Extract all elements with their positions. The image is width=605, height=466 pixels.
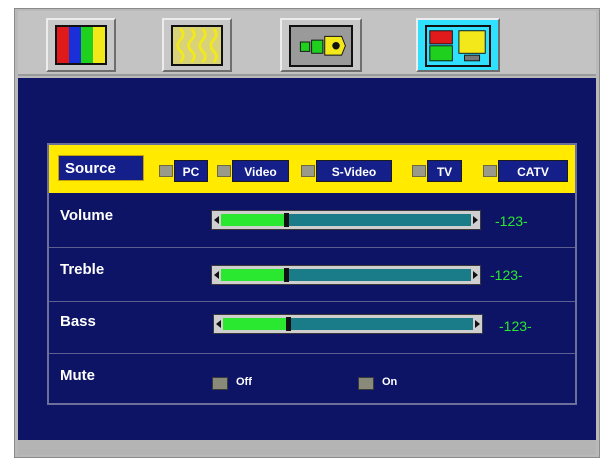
treble-label: Treble — [60, 261, 105, 278]
volume-row: Volume -123- — [49, 195, 575, 248]
arrow-left-icon[interactable] — [216, 320, 221, 328]
mute-radio[interactable] — [212, 377, 228, 390]
source-radio[interactable] — [159, 165, 173, 177]
volume-slider[interactable] — [211, 210, 481, 230]
arrow-right-icon[interactable] — [473, 271, 478, 279]
slider-thumb[interactable] — [284, 213, 289, 227]
mute-radio[interactable] — [358, 377, 374, 390]
treble-value: -123- — [490, 267, 523, 283]
slider-fill — [221, 214, 284, 226]
tab-display[interactable] — [162, 18, 232, 72]
volume-label: Volume — [60, 207, 114, 224]
source-row: Source PC Video S-Video TV CATV — [49, 145, 575, 193]
mute-label: Mute — [60, 367, 95, 384]
slider-thumb[interactable] — [284, 268, 289, 282]
source-option-label: Video — [232, 160, 289, 182]
slider-fill — [221, 269, 284, 281]
source-option-label: S-Video — [316, 160, 392, 182]
arrow-right-icon[interactable] — [473, 216, 478, 224]
bass-slider[interactable] — [213, 314, 483, 334]
source-radio[interactable] — [483, 165, 497, 177]
mute-option-label: On — [382, 376, 398, 388]
source-radio[interactable] — [412, 165, 426, 177]
tab-source[interactable] — [416, 18, 500, 72]
bass-label: Bass — [60, 313, 96, 330]
color-bars-icon — [55, 25, 107, 65]
source-option-label: TV — [427, 160, 462, 182]
audio-connector-icon — [289, 25, 353, 67]
source-radio[interactable] — [217, 165, 231, 177]
source-label: Source — [58, 155, 144, 181]
tab-bar — [18, 11, 596, 76]
arrow-left-icon[interactable] — [214, 216, 219, 224]
treble-slider[interactable] — [211, 265, 481, 285]
mute-row: Mute Off On — [49, 353, 575, 403]
volume-value: -123- — [495, 213, 528, 229]
slider-fill — [223, 318, 286, 330]
mute-option-label: Off — [236, 376, 252, 388]
status-strip — [18, 440, 596, 455]
tab-picture[interactable] — [46, 18, 116, 72]
screen-layout-icon — [425, 25, 491, 67]
slider-thumb[interactable] — [286, 317, 291, 331]
source-radio[interactable] — [301, 165, 315, 177]
source-option-label: CATV — [498, 160, 568, 182]
arrow-left-icon[interactable] — [214, 271, 219, 279]
source-option-label: PC — [174, 160, 208, 182]
tab-audio[interactable] — [280, 18, 362, 72]
wavy-lines-icon — [171, 25, 223, 66]
arrow-right-icon[interactable] — [475, 320, 480, 328]
bass-row: Bass -123- — [49, 301, 575, 354]
bass-value: -123- — [499, 318, 532, 334]
treble-row: Treble -123- — [49, 249, 575, 302]
